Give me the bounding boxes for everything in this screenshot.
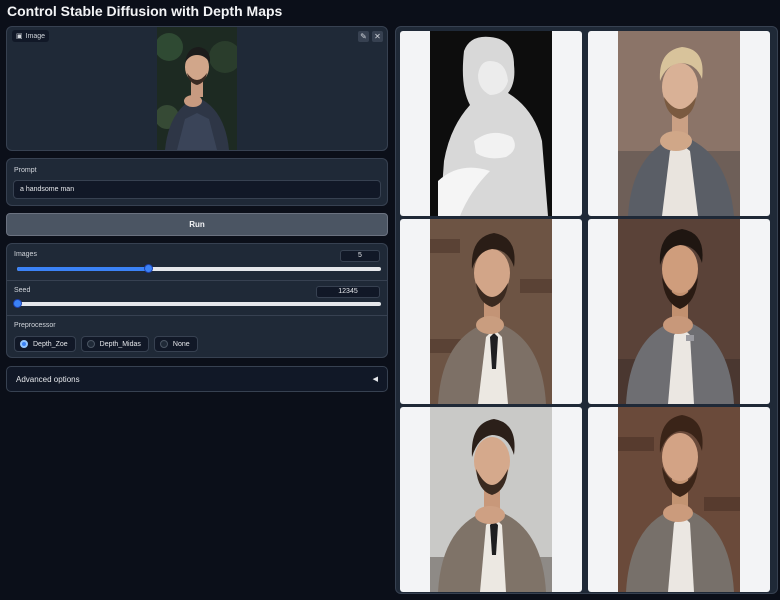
radio-label: Depth_Zoe xyxy=(33,340,68,348)
image-input[interactable]: ▣ Image ✎ ✕ xyxy=(6,26,388,151)
seed-slider[interactable] xyxy=(13,299,381,308)
radio-none[interactable]: None xyxy=(153,336,198,352)
controls-block: Images 5 Seed 12345 Preprocessor Depth_Z… xyxy=(6,243,388,358)
images-slider[interactable] xyxy=(17,264,381,273)
generated-image xyxy=(618,407,740,592)
close-icon[interactable]: ✕ xyxy=(372,31,383,42)
page-title: Control Stable Diffusion with Depth Maps xyxy=(7,3,283,19)
preprocessor-radio-group: Depth_Zoe Depth_Midas None xyxy=(14,336,198,352)
image-label-tag: ▣ Image xyxy=(12,30,50,42)
divider xyxy=(7,280,387,281)
generated-image xyxy=(618,31,740,216)
seed-number-input[interactable]: 12345 xyxy=(316,286,380,298)
input-image xyxy=(157,27,237,150)
radio-depth-zoe[interactable]: Depth_Zoe xyxy=(14,336,76,352)
prompt-input[interactable]: a handsome man xyxy=(13,180,381,199)
divider xyxy=(7,315,387,316)
seed-label: Seed xyxy=(14,287,31,294)
advanced-options-accordion[interactable]: Advanced options ◀ xyxy=(6,366,388,392)
image-icon: ▣ xyxy=(16,33,23,40)
depth-map-image xyxy=(430,31,552,216)
radio-label: None xyxy=(172,340,190,348)
gallery-item[interactable] xyxy=(588,219,770,404)
images-slider-thumb[interactable] xyxy=(144,264,154,273)
images-number-input[interactable]: 5 xyxy=(340,250,380,262)
gallery-item-depth-map[interactable] xyxy=(400,31,582,216)
generated-image xyxy=(430,219,552,404)
output-gallery xyxy=(395,26,778,594)
collapse-arrow-icon: ◀ xyxy=(372,376,378,383)
radio-dot xyxy=(86,340,95,348)
prompt-label: Prompt xyxy=(14,167,37,174)
run-button[interactable]: Run xyxy=(6,213,388,236)
generated-image xyxy=(430,407,552,592)
radio-depth-midas[interactable]: Depth_Midas xyxy=(80,336,149,352)
gallery-item[interactable] xyxy=(400,407,582,592)
generated-image xyxy=(618,219,740,404)
preprocessor-label: Preprocessor xyxy=(14,322,56,329)
images-slider-fill xyxy=(17,267,149,271)
seed-slider-thumb[interactable] xyxy=(13,299,22,308)
gallery-item[interactable] xyxy=(588,31,770,216)
gallery-item[interactable] xyxy=(588,407,770,592)
image-label: Image xyxy=(25,32,46,40)
radio-dot-selected xyxy=(20,340,28,348)
prompt-block: Prompt a handsome man xyxy=(6,158,388,206)
pencil-icon[interactable]: ✎ xyxy=(358,31,369,42)
images-label: Images xyxy=(14,251,37,258)
radio-dot xyxy=(159,340,168,348)
radio-label: Depth_Midas xyxy=(99,340,141,348)
advanced-options-label: Advanced options xyxy=(16,374,80,384)
gallery-item[interactable] xyxy=(400,219,582,404)
